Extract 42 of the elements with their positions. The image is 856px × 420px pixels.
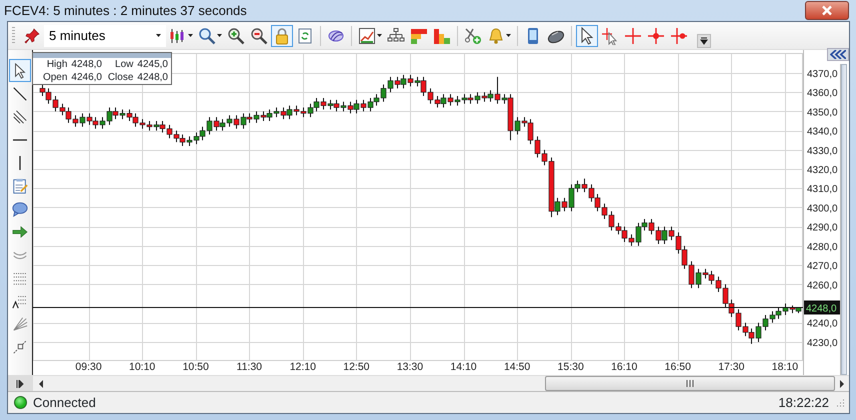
ohlc-value: 4248,0 — [137, 71, 168, 84]
time-axis-label: 18:10 — [772, 361, 798, 373]
time-axis-label: 15:30 — [558, 361, 584, 373]
price-axis-label: 4290,0 — [807, 222, 838, 234]
time-axis-label: 13:30 — [396, 361, 424, 373]
price-axis-label: 4360,0 — [807, 88, 838, 100]
price-axis-label: 4280,0 — [807, 242, 838, 253]
time-axis-label: 10:50 — [182, 361, 209, 373]
price-axis-label: 4270,0 — [807, 261, 838, 272]
status-time: 18:22:22 — [778, 394, 829, 412]
time-axis-label: 09:30 — [75, 361, 102, 373]
time-axis-label: 12:50 — [343, 361, 370, 373]
window-title: FCEV4: 5 minutes : 2 minutes 37 seconds — [4, 2, 247, 20]
time-axis-label: 14:10 — [450, 361, 477, 373]
price-axis-label: 4350,0 — [807, 107, 838, 118]
price-axis-label: 4330,0 — [807, 146, 838, 157]
time-axis-label: 11:30 — [236, 361, 262, 373]
time-axis-label: 14:50 — [504, 361, 530, 373]
price-axis-label: 4310,0 — [807, 184, 838, 196]
ref-line-label: 4248,0 — [806, 304, 838, 314]
last-price-marker: 4248,0 — [804, 300, 840, 314]
price-axis-label: 4230,0 — [807, 338, 838, 349]
ohlc-value: 4245,0 — [137, 58, 168, 71]
ohlc-value: 4246,0 — [71, 71, 102, 84]
ohlc-label: High — [46, 58, 68, 71]
price-axis-label: 4260,0 — [807, 280, 838, 292]
time-axis-label: 12:10 — [290, 361, 316, 373]
price-axis-label: 4320,0 — [807, 165, 838, 176]
price-axis-label: 4300,0 — [807, 203, 838, 214]
price-axis-label: 4370,0 — [807, 68, 838, 80]
ohlc-label: Open — [42, 71, 68, 84]
ohlc-label: Close — [108, 71, 134, 84]
price-axis-label: 4340,0 — [807, 126, 838, 138]
price-axis-label: 4240,0 — [807, 318, 838, 330]
connection-status: Connected — [33, 394, 96, 412]
ohlc-value: 4248,0 — [71, 58, 102, 71]
time-axis-label: 16:10 — [611, 361, 638, 373]
interval-dropdown[interactable]: 5 minutes — [44, 24, 166, 46]
time-axis-label: 17:30 — [718, 361, 744, 373]
ohlc-label: Low — [115, 58, 134, 71]
time-axis-label: 10:10 — [129, 361, 156, 373]
time-axis-label: 16:50 — [664, 361, 691, 373]
